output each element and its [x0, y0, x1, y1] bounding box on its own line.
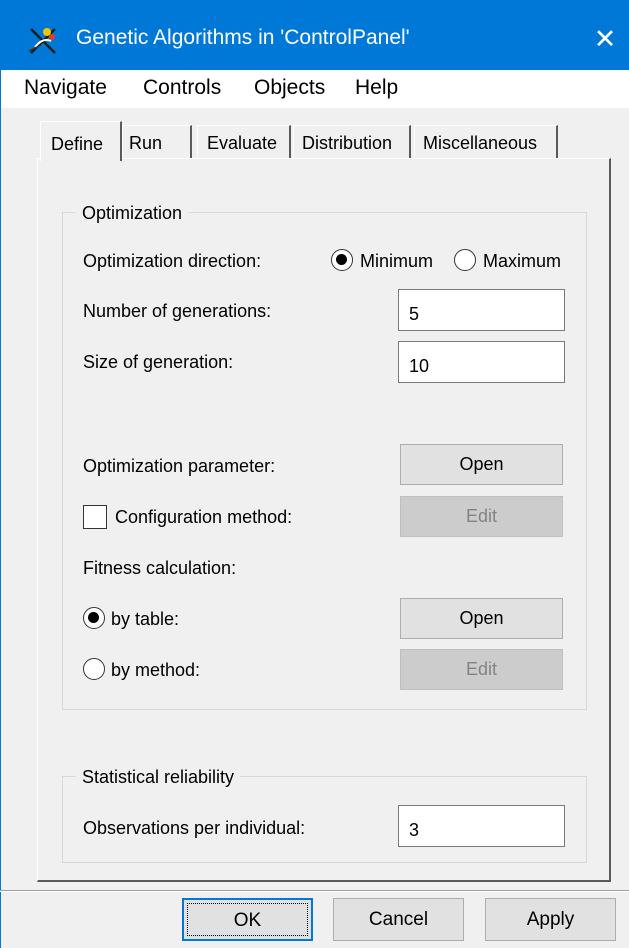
tab-miscellaneous[interactable]: Miscellaneous: [414, 125, 558, 159]
statistical-reliability-legend: Statistical reliability: [76, 767, 241, 788]
window-frame-left: [0, 70, 1, 948]
tab-distribution[interactable]: Distribution: [293, 125, 411, 159]
tab-define[interactable]: Define: [40, 121, 122, 161]
ok-button[interactable]: OK: [182, 898, 313, 941]
close-icon[interactable]: ✕: [590, 22, 620, 56]
menu-controls[interactable]: Controls: [143, 76, 221, 100]
menu-help[interactable]: Help: [355, 76, 398, 100]
footer-separator-highlight: [0, 891, 629, 892]
focus-rectangle: [187, 903, 308, 936]
optimization-group-legend: Optimization: [76, 203, 189, 224]
cancel-button[interactable]: Cancel: [333, 898, 464, 941]
tab-evaluate[interactable]: Evaluate: [197, 125, 291, 159]
apply-button[interactable]: Apply: [485, 898, 616, 941]
menu-navigate[interactable]: Navigate: [24, 76, 107, 100]
tab-run[interactable]: Run: [122, 125, 192, 159]
window-title: Genetic Algorithms in 'ControlPanel': [76, 26, 410, 49]
menu-objects[interactable]: Objects: [254, 76, 325, 100]
genetic-algorithm-app-icon: [28, 28, 56, 54]
